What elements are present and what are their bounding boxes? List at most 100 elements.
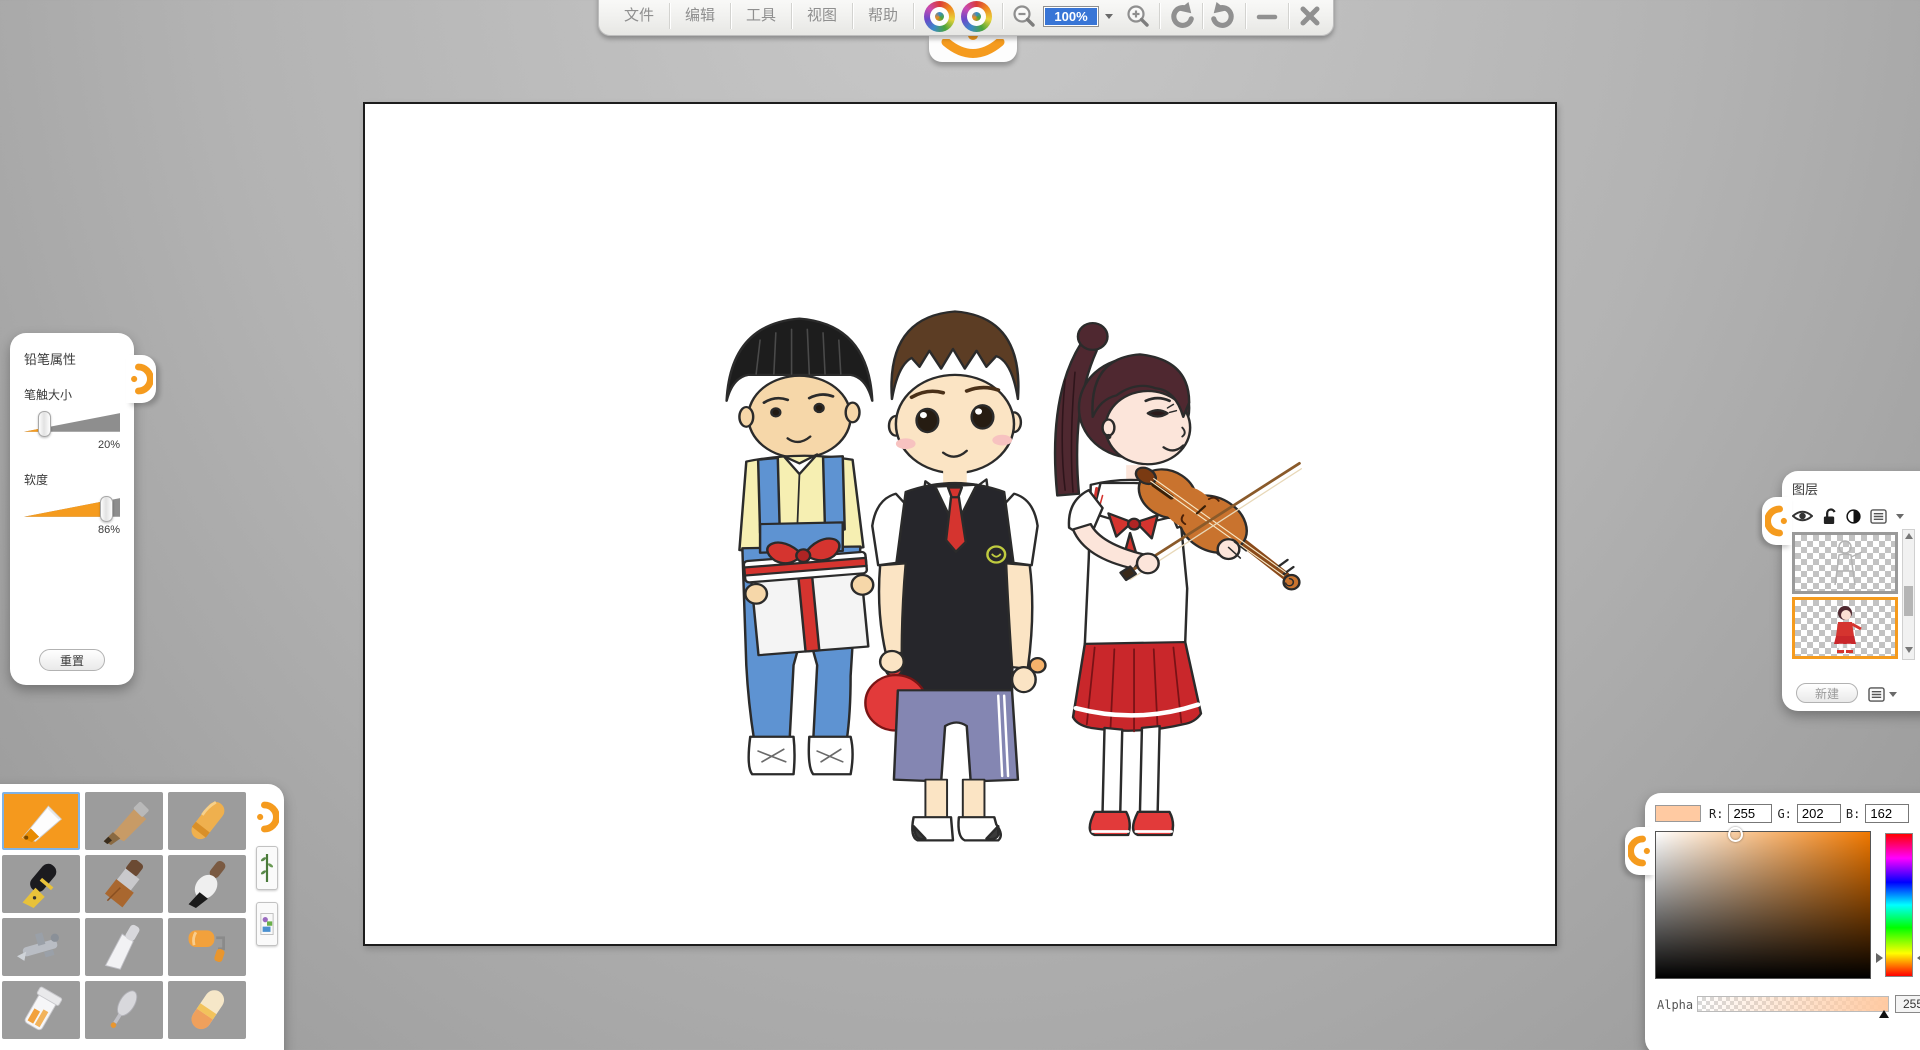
color-panel-collapse-tab[interactable] bbox=[1625, 827, 1655, 875]
main-toolbar: 文件 编辑 工具 视图 帮助 100% bbox=[598, 0, 1334, 36]
fountain-pen-icon bbox=[9, 860, 73, 908]
new-layer-button[interactable]: 新建 bbox=[1796, 683, 1858, 703]
ear-icon bbox=[1765, 504, 1789, 538]
b-input[interactable] bbox=[1865, 804, 1909, 823]
layer-options-caret-icon[interactable] bbox=[1889, 692, 1897, 697]
softness-slider-handle[interactable] bbox=[100, 496, 113, 522]
eraser-icon bbox=[175, 986, 239, 1034]
flat-brush-icon bbox=[92, 860, 156, 908]
alpha-slider[interactable] bbox=[1697, 996, 1889, 1012]
layer-item-figure[interactable] bbox=[1792, 597, 1898, 659]
brush-size-label: 笔触大小 bbox=[24, 386, 120, 403]
r-label: R: bbox=[1709, 807, 1723, 821]
visibility-eye-icon[interactable] bbox=[1792, 509, 1813, 523]
alpha-cursor-icon[interactable] bbox=[1879, 1010, 1889, 1018]
brush-grid bbox=[2, 792, 246, 1039]
boy-gift-figure bbox=[727, 319, 875, 775]
g-input[interactable] bbox=[1797, 804, 1841, 823]
toolbar-divider bbox=[1245, 3, 1246, 29]
toolbar-divider bbox=[1002, 3, 1003, 29]
undo-icon bbox=[1167, 2, 1195, 30]
undo-button[interactable] bbox=[1162, 2, 1200, 30]
softness-label: 软度 bbox=[24, 471, 120, 488]
layer-scrollbar-thumb[interactable] bbox=[1904, 586, 1913, 616]
dropper-knife-icon bbox=[92, 986, 156, 1034]
ink-brush-icon bbox=[175, 860, 239, 908]
layer-scrollbar[interactable] bbox=[1902, 529, 1915, 660]
drawing-canvas[interactable] bbox=[363, 102, 1557, 946]
layers-panel-collapse-tab[interactable] bbox=[1762, 497, 1792, 545]
palette-knife-icon bbox=[92, 923, 156, 971]
softness-slider[interactable] bbox=[24, 496, 120, 522]
hue-slider[interactable] bbox=[1885, 833, 1913, 977]
layer-controls bbox=[1792, 506, 1920, 526]
color-cursor[interactable] bbox=[1728, 827, 1743, 842]
close-icon bbox=[1298, 4, 1322, 28]
ear-icon bbox=[1628, 834, 1652, 868]
bamboo-stamp-button[interactable] bbox=[256, 846, 278, 890]
menu-view[interactable]: 视图 bbox=[794, 2, 850, 30]
saturation-value-picker[interactable] bbox=[1655, 831, 1871, 979]
zoom-level-input[interactable]: 100% bbox=[1043, 6, 1099, 27]
unlock-icon[interactable] bbox=[1822, 508, 1837, 525]
brush-pencil-tip[interactable] bbox=[2, 792, 80, 850]
layer-menu-icon[interactable] bbox=[1870, 509, 1887, 524]
alpha-value-input[interactable]: 255 bbox=[1895, 995, 1920, 1013]
layers-panel-title: 图层 bbox=[1792, 479, 1920, 498]
pencil-tip-icon bbox=[9, 797, 73, 845]
brush-eraser[interactable] bbox=[168, 981, 246, 1039]
layer-options[interactable] bbox=[1868, 687, 1897, 702]
brush-dropper-knife[interactable] bbox=[85, 981, 163, 1039]
layer-options-menu-icon[interactable] bbox=[1868, 687, 1885, 702]
toolbar-divider bbox=[1288, 3, 1289, 29]
clown-eye-left-icon bbox=[924, 1, 955, 32]
brush-ink-brush[interactable] bbox=[168, 855, 246, 913]
hue-marker-left-icon[interactable] bbox=[1876, 953, 1883, 963]
brush-airbrush[interactable] bbox=[2, 918, 80, 976]
g-label: G: bbox=[1777, 807, 1791, 821]
brush-palette-knife[interactable] bbox=[85, 918, 163, 976]
scroll-down-icon[interactable] bbox=[1905, 647, 1913, 653]
zoom-out-icon bbox=[1012, 4, 1036, 28]
r-input[interactable] bbox=[1728, 804, 1772, 823]
app-logo bbox=[916, 1, 1000, 32]
picture-stamp-button[interactable] bbox=[256, 902, 278, 946]
clown-chin-tab bbox=[929, 36, 1017, 62]
pencil-panel-collapse-tab[interactable] bbox=[126, 355, 156, 403]
toolbar-divider bbox=[1159, 3, 1160, 29]
brush-size-slider-handle[interactable] bbox=[38, 411, 51, 437]
menu-file[interactable]: 文件 bbox=[611, 2, 667, 30]
brush-palette-collapse-tab[interactable] bbox=[255, 800, 279, 834]
zoom-out-button[interactable] bbox=[1005, 2, 1043, 30]
brush-paint-jar[interactable] bbox=[2, 981, 80, 1039]
close-button[interactable] bbox=[1291, 2, 1329, 30]
menu-edit[interactable]: 编辑 bbox=[672, 2, 728, 30]
brush-wood-pencil[interactable] bbox=[85, 792, 163, 850]
softness-value: 86% bbox=[24, 524, 120, 536]
toolbar-divider bbox=[791, 3, 792, 29]
brush-fountain-pen[interactable] bbox=[2, 855, 80, 913]
redo-button[interactable] bbox=[1205, 2, 1243, 30]
brush-flat-brush[interactable] bbox=[85, 855, 163, 913]
minimize-button[interactable] bbox=[1248, 2, 1286, 30]
brush-palette-side-strip bbox=[250, 784, 284, 1050]
toolbar-divider bbox=[730, 3, 731, 29]
opacity-contrast-icon[interactable] bbox=[1846, 509, 1861, 524]
brush-paint-roller[interactable] bbox=[168, 918, 246, 976]
layer-menu-caret-icon[interactable] bbox=[1896, 514, 1904, 519]
pencil-panel-title: 铅笔属性 bbox=[24, 349, 120, 368]
menu-help[interactable]: 帮助 bbox=[855, 2, 911, 30]
brush-size-slider[interactable] bbox=[24, 411, 120, 437]
scroll-up-icon[interactable] bbox=[1905, 533, 1913, 539]
layer-item-sketch[interactable] bbox=[1792, 532, 1898, 594]
toolbar-divider bbox=[669, 3, 670, 29]
crayon-icon bbox=[175, 797, 239, 845]
clown-eye-right-icon bbox=[961, 1, 992, 32]
brush-crayon[interactable] bbox=[168, 792, 246, 850]
minimize-icon bbox=[1255, 4, 1279, 28]
zoom-in-button[interactable] bbox=[1119, 2, 1157, 30]
zoom-dropdown-caret-icon[interactable] bbox=[1105, 14, 1113, 19]
boy-paddle-figure bbox=[865, 311, 1045, 840]
reset-button[interactable]: 重置 bbox=[39, 649, 105, 671]
menu-tools[interactable]: 工具 bbox=[733, 2, 789, 30]
